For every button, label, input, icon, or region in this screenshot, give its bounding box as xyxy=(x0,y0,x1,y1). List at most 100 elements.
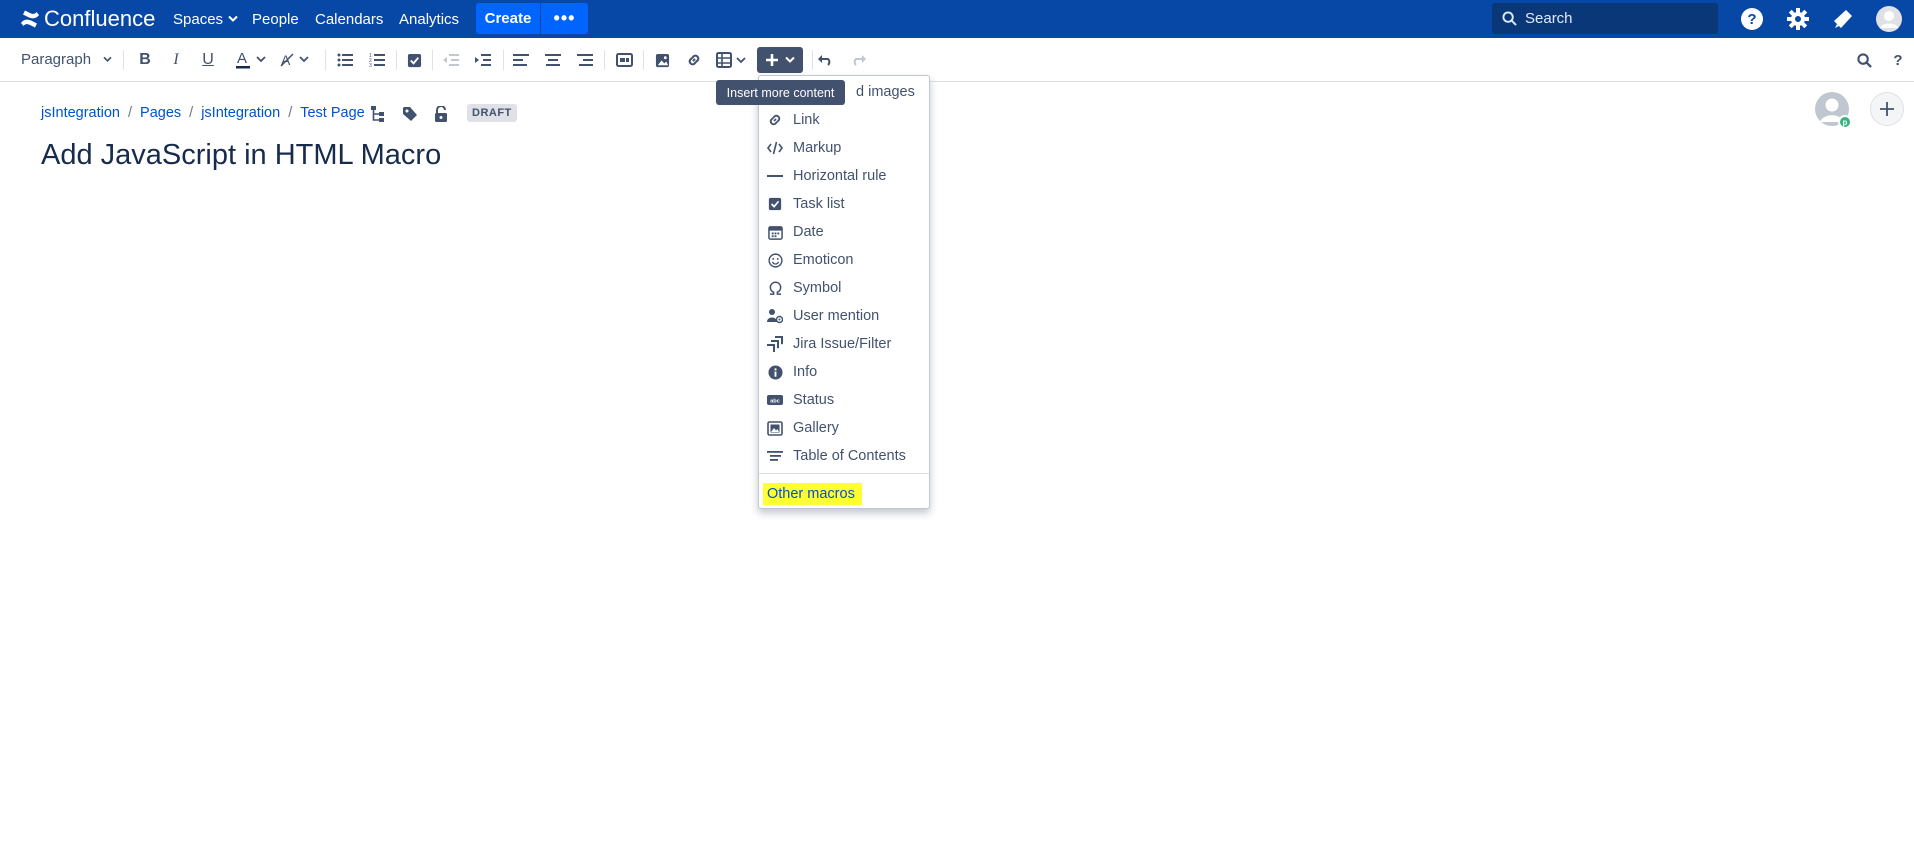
menu-item-label: d images xyxy=(856,84,915,100)
nav-analytics[interactable]: Analytics xyxy=(399,10,459,28)
align-right-icon[interactable] xyxy=(575,48,595,72)
svg-text:?: ? xyxy=(1747,11,1756,28)
chevron-down-icon xyxy=(228,15,238,22)
menu-item-date[interactable]: Date xyxy=(759,219,929,245)
add-collaborator-button[interactable] xyxy=(1870,92,1904,126)
nav-people[interactable]: People xyxy=(252,10,299,28)
info-icon xyxy=(767,364,783,380)
omega-icon xyxy=(767,280,783,296)
italic-icon[interactable]: I xyxy=(166,48,186,72)
menu-item-label: Task list xyxy=(793,196,845,212)
page-title[interactable]: Add JavaScript in HTML Macro xyxy=(41,139,441,172)
nav-spaces[interactable]: Spaces xyxy=(173,10,238,28)
editor-toolbar: Paragraph B I U A A 123 ? xyxy=(0,38,1914,82)
menu-item-label: Jira Issue/Filter xyxy=(793,336,892,352)
menu-item-status[interactable]: abc Status xyxy=(759,387,929,413)
settings-gear-icon[interactable] xyxy=(1785,6,1811,32)
nav-spaces-label: Spaces xyxy=(173,10,224,28)
menu-item-emoticon[interactable]: Emoticon xyxy=(759,247,929,273)
table-icon[interactable] xyxy=(716,48,750,72)
collaborator-status-badge: p xyxy=(1838,115,1852,129)
keyboard-help-icon[interactable]: ? xyxy=(1888,48,1908,72)
undo-icon[interactable] xyxy=(816,48,836,72)
toolbar-separator xyxy=(325,50,326,70)
code-icon xyxy=(767,140,783,156)
user-avatar-icon[interactable] xyxy=(1876,6,1902,32)
underline-icon[interactable]: U xyxy=(198,48,218,72)
breadcrumb-item[interactable]: jsIntegration xyxy=(201,105,280,121)
paragraph-style-value: Paragraph xyxy=(21,51,92,68)
chevron-down-icon xyxy=(785,56,795,63)
notifications-megaphone-icon[interactable] xyxy=(1830,6,1856,32)
toolbar-separator xyxy=(432,50,433,70)
numbered-list-icon[interactable]: 123 xyxy=(367,48,387,72)
align-center-icon[interactable] xyxy=(543,48,563,72)
indent-icon[interactable] xyxy=(473,48,493,72)
create-more-button[interactable]: ••• xyxy=(541,3,588,34)
menu-item-task-list[interactable]: Task list xyxy=(759,191,929,217)
breadcrumb-separator: / xyxy=(288,105,293,121)
link-icon xyxy=(767,112,783,128)
calendar-icon xyxy=(767,224,783,240)
search-icon xyxy=(1502,11,1517,26)
page-layout-icon[interactable] xyxy=(614,48,634,72)
task-list-icon[interactable] xyxy=(404,48,424,72)
menu-item-label: Status xyxy=(793,392,835,408)
menu-item-label: Info xyxy=(793,364,818,380)
outdent-icon xyxy=(441,48,461,72)
link-icon[interactable] xyxy=(684,48,704,72)
breadcrumb: jsIntegration / Pages / jsIntegration / … xyxy=(41,105,365,121)
top-navigation: Confluence Spaces People Calendars Analy… xyxy=(0,0,1914,38)
breadcrumb-item[interactable]: jsIntegration xyxy=(41,105,120,121)
plus-icon xyxy=(1880,102,1894,116)
chevron-down-icon xyxy=(103,56,112,63)
horizontal-rule-icon xyxy=(767,168,783,184)
menu-item-label: Date xyxy=(793,224,824,240)
insert-more-content-tooltip: Insert more content xyxy=(716,80,845,105)
search-placeholder: Search xyxy=(1525,10,1573,27)
create-button[interactable]: Create xyxy=(476,3,540,34)
clear-formatting-icon[interactable]: A xyxy=(279,48,315,72)
bold-icon[interactable]: B xyxy=(135,48,155,72)
menu-item-gallery[interactable]: Gallery xyxy=(759,415,929,441)
menu-item-label: Gallery xyxy=(793,420,839,436)
breadcrumb-item[interactable]: Pages xyxy=(140,105,181,121)
paragraph-style-select[interactable]: Paragraph xyxy=(21,51,112,68)
nav-calendars[interactable]: Calendars xyxy=(315,10,383,28)
menu-item-table-of-contents[interactable]: Table of Contents xyxy=(759,443,929,469)
restrictions-unlock-icon[interactable] xyxy=(432,105,450,123)
jira-icon xyxy=(767,336,783,352)
plus-icon xyxy=(766,54,778,66)
breadcrumb-separator: / xyxy=(128,105,133,121)
page-tree-icon[interactable] xyxy=(369,105,387,123)
menu-divider xyxy=(759,473,929,474)
toolbar-separator xyxy=(604,50,605,70)
find-replace-search-icon[interactable] xyxy=(1854,48,1874,72)
menu-item-jira-issue-filter[interactable]: Jira Issue/Filter xyxy=(759,331,929,357)
menu-item-other-macros[interactable]: Other macros xyxy=(763,483,862,505)
image-icon[interactable] xyxy=(652,48,672,72)
menu-item-label: Emoticon xyxy=(793,252,854,268)
bullet-list-icon[interactable] xyxy=(335,48,355,72)
menu-item-link[interactable]: Link xyxy=(759,107,929,133)
status-icon: abc xyxy=(767,392,783,408)
menu-item-label: User mention xyxy=(793,308,880,324)
menu-item-symbol[interactable]: Symbol xyxy=(759,275,929,301)
text-color-icon[interactable]: A xyxy=(234,48,272,72)
menu-item-label: Table of Contents xyxy=(793,448,906,464)
search-input[interactable]: Search xyxy=(1492,3,1718,34)
help-icon[interactable]: ? xyxy=(1739,6,1765,32)
menu-item-label: Horizontal rule xyxy=(793,168,887,184)
menu-item-info[interactable]: Info xyxy=(759,359,929,385)
menu-item-horizontal-rule[interactable]: Horizontal rule xyxy=(759,163,929,189)
menu-item-user-mention[interactable]: User mention xyxy=(759,303,929,329)
breadcrumb-item[interactable]: Test Page xyxy=(300,105,365,121)
insert-more-content-button[interactable] xyxy=(757,47,803,73)
confluence-logo[interactable]: Confluence xyxy=(20,6,155,32)
menu-item-label: Markup xyxy=(793,140,842,156)
label-tag-icon[interactable] xyxy=(401,105,419,123)
checkbox-icon xyxy=(767,196,783,212)
align-left-icon[interactable] xyxy=(511,48,531,72)
menu-item-markup[interactable]: Markup xyxy=(759,135,929,161)
menu-item-label: Link xyxy=(793,112,820,128)
